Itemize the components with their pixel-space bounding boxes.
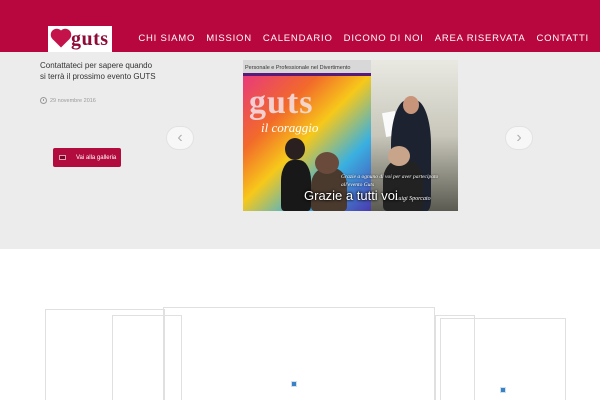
content-frame [163,307,435,400]
main-nav: CHI SIAMO MISSION CALENDARIO DICONO DI N… [138,33,600,44]
clock-icon [40,97,47,104]
audience-head [315,152,339,174]
nav-item-calendario[interactable]: CALENDARIO [263,33,333,44]
hero-date-text: 29 novembre 2016 [50,97,96,104]
slide-signature: Luigi Sporcato [395,196,431,202]
gallery-button-label: Vai alla galleria [76,154,117,161]
slide-image[interactable]: guts il coraggio Personale e Professiona… [243,60,458,211]
chevron-left-icon: ‹ [177,129,183,146]
poster-logo-text: guts [249,84,314,121]
slider-next-button[interactable]: › [505,126,533,150]
nav-item-chi-siamo[interactable]: CHI SIAMO [138,33,195,44]
heart-icon [52,30,70,48]
hero-headline: Contattateci per sapere quando si terrà … [40,61,156,81]
slide-thanks-note: Grazie a ognuno di voi per aver partecip… [341,174,439,188]
chevron-right-icon: › [516,129,522,146]
broken-image-icon [291,381,297,387]
logo-text: guts [71,28,109,50]
nav-item-area-riservata[interactable]: AREA RISERVATA [435,33,526,44]
slide-caption: Grazie a tutti voi [304,188,398,203]
audience-head [388,146,410,166]
audience-figure [281,160,311,211]
nav-item-contatti[interactable]: CONTATTI [537,33,590,44]
audience-head [285,138,305,160]
poster-banner-bar [243,73,371,76]
nav-item-dicono-di-noi[interactable]: DICONO DI NOI [344,33,424,44]
poster-subtitle: il coraggio [261,120,319,135]
speaker-head [403,96,419,114]
nav-item-mission[interactable]: MISSION [206,33,252,44]
hero-date: 29 novembre 2016 [40,97,96,104]
gallery-button[interactable]: Vai alla galleria [53,148,121,167]
hero-slider: Contattateci per sapere quando si terrà … [0,52,600,249]
gallery-icon [59,155,66,160]
site-logo[interactable]: guts [48,26,112,52]
site-header: guts CHI SIAMO MISSION CALENDARIO DICONO… [0,0,600,52]
slider-prev-button[interactable]: ‹ [166,126,194,150]
broken-image-icon [500,387,506,393]
